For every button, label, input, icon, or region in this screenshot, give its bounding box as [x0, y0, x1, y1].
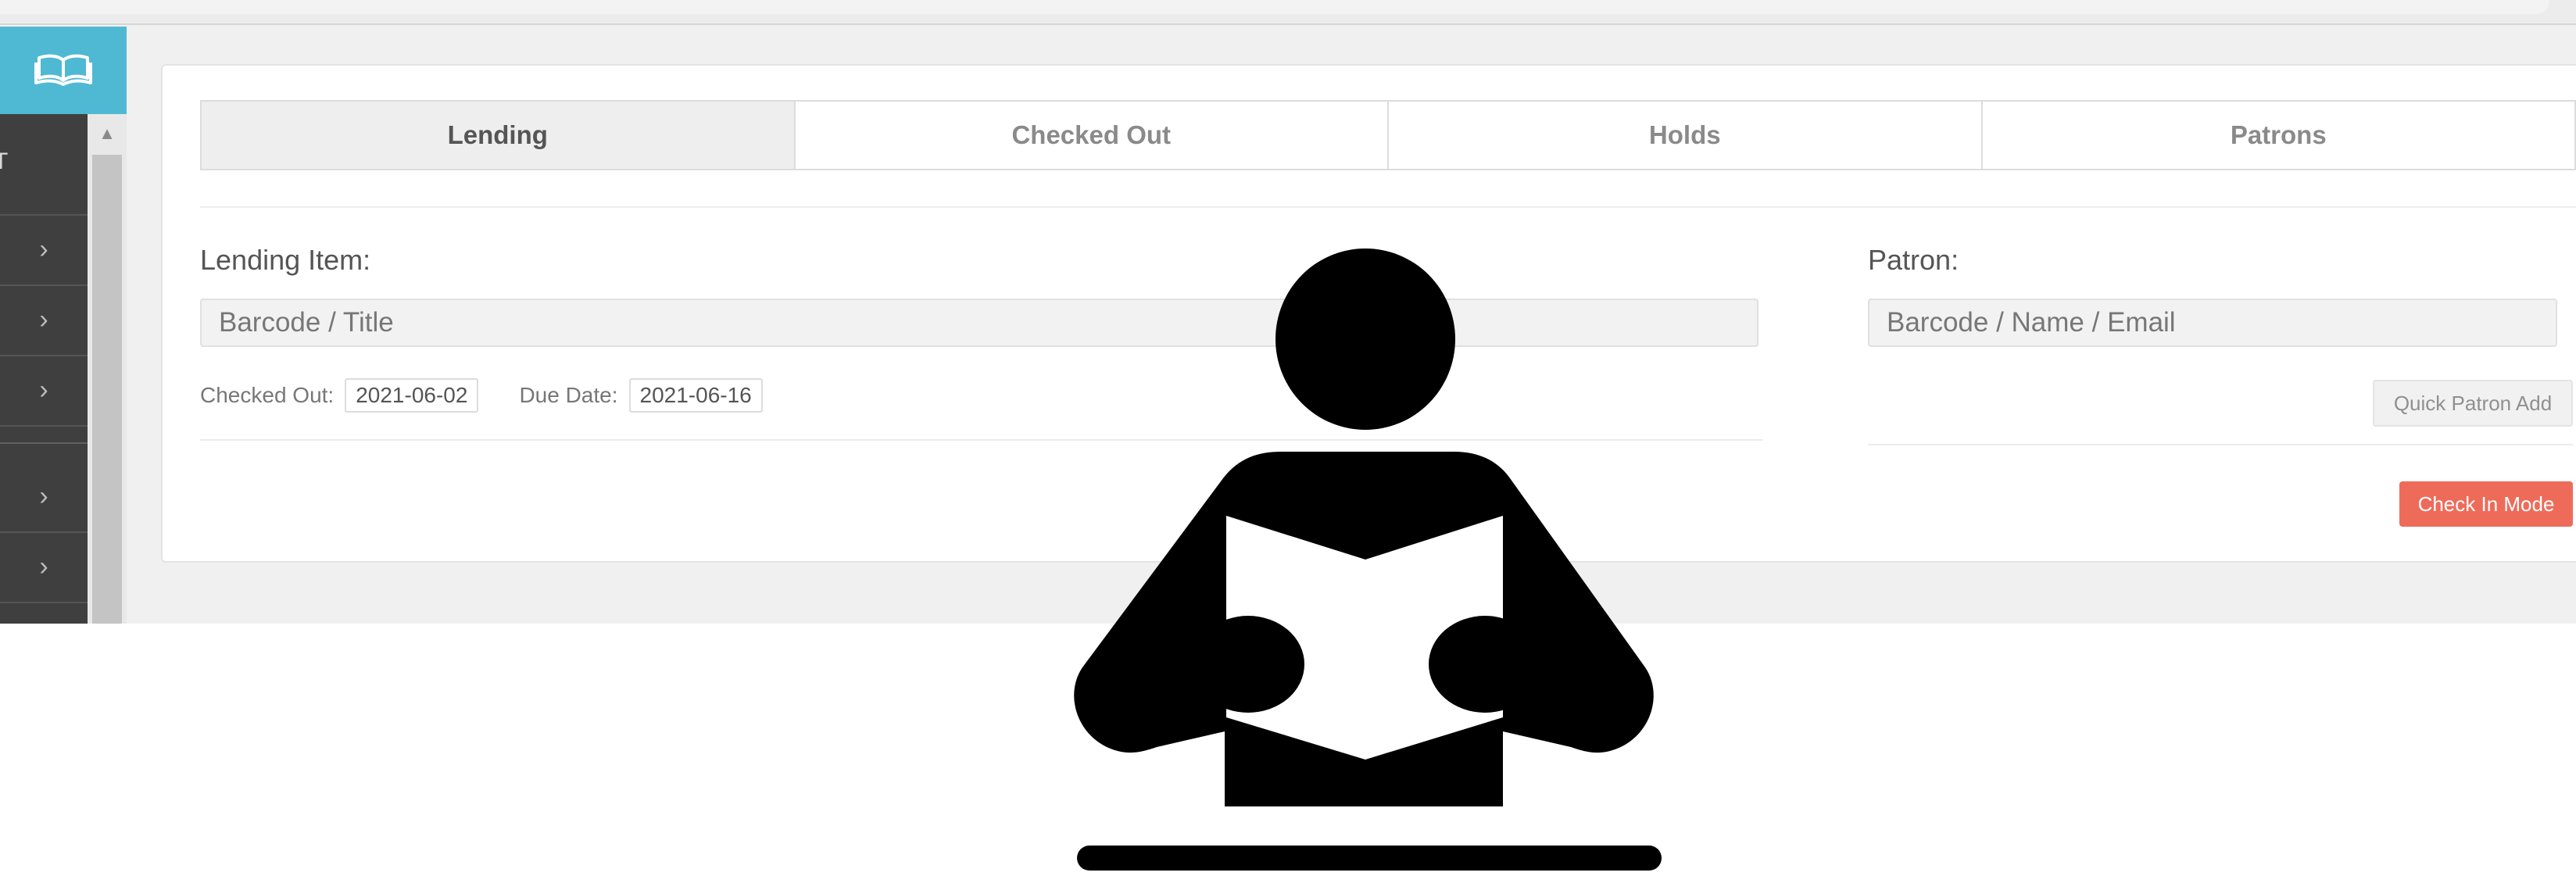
- chevron-right-icon: ›: [39, 304, 48, 334]
- due-date-value[interactable]: 2021-06-16: [628, 378, 763, 413]
- check-in-mode-button[interactable]: Check In Mode: [2399, 481, 2573, 527]
- sidebar-logo[interactable]: [0, 27, 127, 114]
- chevron-right-icon: ›: [39, 551, 48, 581]
- tab-holds[interactable]: Holds: [1387, 102, 1981, 169]
- lending-dates: Checked Out: 2021-06-02 Due Date: 2021-0…: [200, 378, 763, 413]
- scrollbar-thumb[interactable]: [92, 155, 122, 624]
- patron-label: Patron:: [1868, 244, 1959, 276]
- scroll-up-arrow-icon[interactable]: ▲: [88, 114, 127, 153]
- sidebar-nav: T › › › › ›: [0, 114, 88, 624]
- chevron-right-icon: ›: [39, 481, 48, 511]
- tab-patrons[interactable]: Patrons: [1980, 102, 2574, 169]
- browser-search-bar: [0, 0, 2576, 25]
- tab-lending[interactable]: Lending: [202, 102, 794, 169]
- search-field-fragment[interactable]: [0, 0, 2549, 14]
- sidebar-item-1[interactable]: ›: [0, 214, 88, 286]
- divider: [200, 206, 2576, 208]
- sidebar-item-4[interactable]: ›: [0, 461, 88, 533]
- patron-input[interactable]: [1868, 299, 2557, 347]
- lending-item-label: Lending Item:: [200, 244, 371, 276]
- sidebar-item-5[interactable]: ›: [0, 531, 88, 603]
- chevron-right-icon: ›: [39, 234, 48, 264]
- divider: [1868, 444, 2573, 445]
- person-reading-icon: [1071, 247, 1665, 872]
- sidebar-item-3[interactable]: ›: [0, 355, 88, 427]
- checked-out-date[interactable]: 2021-06-02: [345, 378, 479, 413]
- tab-checked-out[interactable]: Checked Out: [793, 102, 1387, 169]
- sidebar-item-2[interactable]: ›: [0, 284, 88, 356]
- open-book-icon: [34, 52, 92, 90]
- sidebar-divider: [0, 442, 88, 444]
- sidebar-header: T: [0, 114, 88, 216]
- sidebar-scrollbar[interactable]: ▲: [88, 114, 127, 624]
- quick-patron-add-button[interactable]: Quick Patron Add: [2373, 380, 2573, 427]
- tab-bar: Lending Checked Out Holds Patrons: [200, 100, 2576, 170]
- due-date-label: Due Date:: [519, 383, 618, 407]
- sidebar-header-text: T: [0, 148, 9, 174]
- checked-out-label: Checked Out:: [200, 383, 335, 407]
- chevron-right-icon: ›: [39, 374, 48, 405]
